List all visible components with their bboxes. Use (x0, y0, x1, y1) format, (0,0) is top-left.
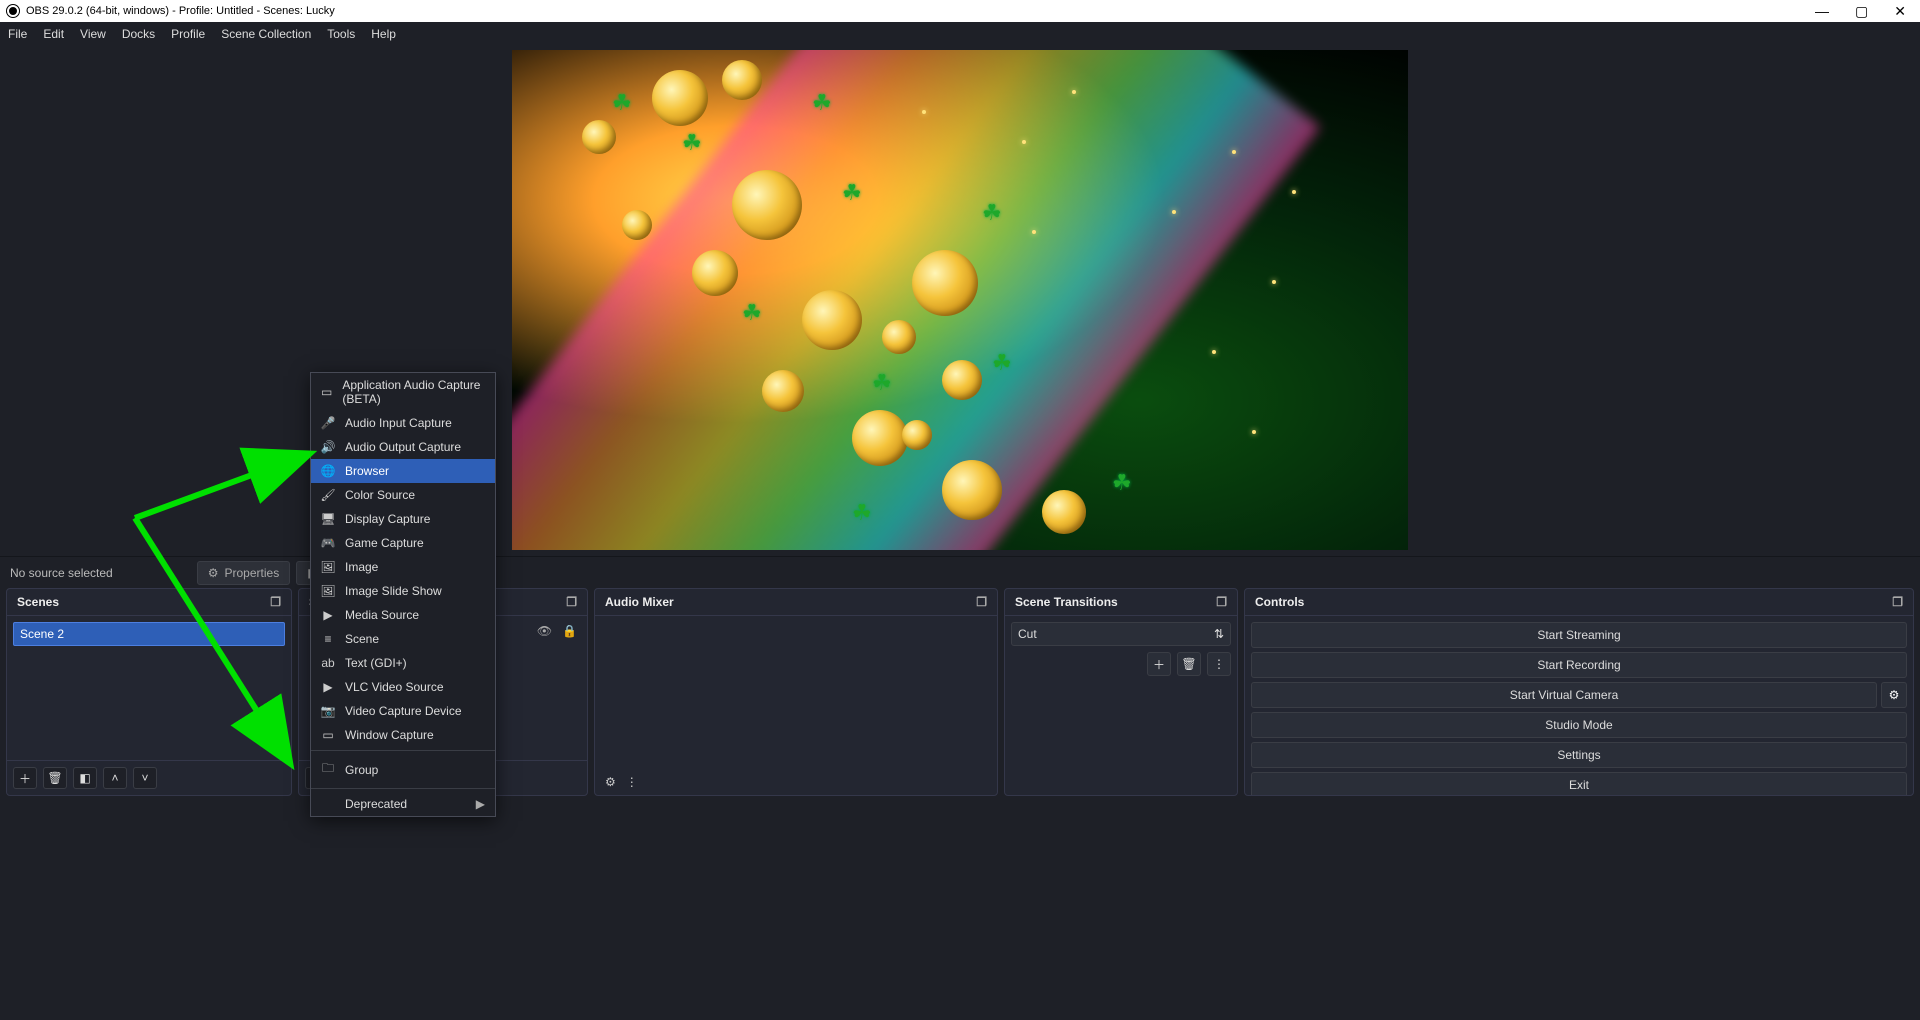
transitions-dock: Scene Transitions ❐ Cut ⇅ ＋ 🗑 ⋮ (1004, 588, 1238, 796)
mixer-popout-icon[interactable]: ❐ (976, 595, 987, 609)
menu-view[interactable]: View (80, 27, 106, 41)
exit-button[interactable]: Exit (1251, 772, 1907, 796)
menu-item-window-capture[interactable]: ▭Window Capture (311, 723, 495, 747)
transition-select[interactable]: Cut ⇅ (1011, 622, 1231, 646)
app-audio-icon: ▭ (321, 385, 332, 399)
gear-icon: ⚙ (1889, 688, 1900, 702)
menu-item-audio-output-capture[interactable]: 🔊Audio Output Capture (311, 435, 495, 459)
menu-item-browser[interactable]: 🌐Browser (311, 459, 495, 483)
visibility-icon[interactable]: 👁 (537, 624, 552, 638)
window-controls: — ▢ ✕ (1815, 3, 1914, 20)
mixer-title: Audio Mixer (605, 595, 674, 609)
menu-item-audio-input-capture[interactable]: 🎤Audio Input Capture (311, 411, 495, 435)
menu-item-image[interactable]: 🖼Image (311, 555, 495, 579)
menu-item-game-capture[interactable]: 🎮Game Capture (311, 531, 495, 555)
menu-scene-collection[interactable]: Scene Collection (221, 27, 311, 41)
controls-dock: Controls ❐ Start Streaming Start Recordi… (1244, 588, 1914, 796)
brush-icon: 🖌 (321, 488, 335, 502)
menu-item-group[interactable]: 🗀Group (311, 754, 495, 785)
menu-item-scene[interactable]: ≡Scene (311, 627, 495, 651)
menu-tools[interactable]: Tools (327, 27, 355, 41)
play-icon: ▶ (321, 608, 335, 622)
window-close-button[interactable]: ✕ (1894, 3, 1906, 20)
transition-remove-button[interactable]: 🗑 (1177, 652, 1201, 676)
mic-icon: 🎤 (321, 416, 335, 430)
chevron-updown-icon: ⇅ (1214, 627, 1224, 641)
preview-area: ☘ ☘ ☘ ☘ ☘ ☘ ☘ ☘ ☘ ☘ (0, 46, 1920, 556)
menu-profile[interactable]: Profile (171, 27, 205, 41)
scenes-popout-icon[interactable]: ❐ (270, 595, 281, 609)
start-virtual-camera-button[interactable]: Start Virtual Camera (1251, 682, 1877, 708)
mixer-menu-icon[interactable]: ⋮ (626, 775, 638, 789)
menu-file[interactable]: File (8, 27, 27, 41)
slideshow-icon: 🖼 (321, 584, 335, 598)
settings-button[interactable]: Settings (1251, 742, 1907, 768)
transitions-title: Scene Transitions (1015, 595, 1118, 609)
preview-canvas[interactable]: ☘ ☘ ☘ ☘ ☘ ☘ ☘ ☘ ☘ ☘ (512, 50, 1408, 550)
mixer-settings-icon[interactable]: ⚙ (605, 775, 616, 789)
text-icon: ab (321, 656, 335, 670)
controls-title: Controls (1255, 595, 1304, 609)
virtual-camera-settings-button[interactable]: ⚙ (1881, 682, 1907, 708)
sources-popout-icon[interactable]: ❐ (566, 595, 577, 609)
audio-mixer-dock: Audio Mixer ❐ ⚙ ⋮ (594, 588, 998, 796)
properties-button[interactable]: ⚙ Properties (197, 561, 290, 585)
window-maximize-button[interactable]: ▢ (1855, 3, 1868, 20)
scene-move-down-button[interactable]: ˅ (133, 767, 157, 789)
scene-item[interactable]: Scene 2 (13, 622, 285, 646)
menu-help[interactable]: Help (371, 27, 396, 41)
window-title: OBS 29.0.2 (64-bit, windows) - Profile: … (26, 5, 335, 17)
no-source-selected-label: No source selected (8, 566, 113, 580)
start-recording-button[interactable]: Start Recording (1251, 652, 1907, 678)
menu-item-color-source[interactable]: 🖌Color Source (311, 483, 495, 507)
transitions-popout-icon[interactable]: ❐ (1216, 595, 1227, 609)
window-icon: ▭ (321, 728, 335, 742)
speaker-icon: 🔊 (321, 440, 335, 454)
window-minimize-button[interactable]: — (1815, 3, 1829, 20)
menu-item-deprecated[interactable]: Deprecated▶ (311, 792, 495, 816)
docks-row: Scenes ❐ Scene 2 ＋ 🗑 ◧ ˄ ˅ Sources ❐ 👁 🔒… (0, 588, 1920, 796)
scene-remove-button[interactable]: 🗑 (43, 767, 67, 789)
scenes-title: Scenes (17, 595, 59, 609)
gear-icon: ⚙ (208, 566, 219, 580)
transition-menu-button[interactable]: ⋮ (1207, 652, 1231, 676)
scene-add-button[interactable]: ＋ (13, 767, 37, 789)
menu-item-video-capture-device[interactable]: 📷Video Capture Device (311, 699, 495, 723)
display-icon: 🖥 (321, 512, 335, 526)
folder-icon: 🗀 (321, 759, 335, 780)
scene-move-up-button[interactable]: ˄ (103, 767, 127, 789)
globe-icon: 🌐 (321, 464, 335, 478)
menu-item-media-source[interactable]: ▶Media Source (311, 603, 495, 627)
menu-item-application-audio-capture[interactable]: ▭Application Audio Capture (BETA) (311, 373, 495, 411)
menu-docks[interactable]: Docks (122, 27, 155, 41)
lock-icon[interactable]: 🔒 (562, 624, 577, 638)
start-streaming-button[interactable]: Start Streaming (1251, 622, 1907, 648)
scenes-toolbar: ＋ 🗑 ◧ ˄ ˅ (7, 760, 291, 795)
source-info-bar: No source selected ⚙ Properties ◧ Filter… (0, 556, 1920, 588)
image-icon: 🖼 (321, 560, 335, 574)
scenes-dock: Scenes ❐ Scene 2 ＋ 🗑 ◧ ˄ ˅ (6, 588, 292, 796)
titlebar: OBS 29.0.2 (64-bit, windows) - Profile: … (0, 0, 1920, 22)
app-icon (6, 4, 20, 18)
studio-mode-button[interactable]: Studio Mode (1251, 712, 1907, 738)
menu-edit[interactable]: Edit (43, 27, 64, 41)
add-source-context-menu: ▭Application Audio Capture (BETA) 🎤Audio… (310, 372, 496, 817)
menu-item-display-capture[interactable]: 🖥Display Capture (311, 507, 495, 531)
camera-icon: 📷 (321, 704, 335, 718)
list-icon: ≡ (321, 632, 335, 646)
vlc-icon: ▶ (321, 680, 335, 694)
chevron-right-icon: ▶ (476, 797, 485, 811)
gamepad-icon: 🎮 (321, 536, 335, 550)
transition-add-button[interactable]: ＋ (1147, 652, 1171, 676)
menu-item-vlc-video-source[interactable]: ▶VLC Video Source (311, 675, 495, 699)
scene-filter-button[interactable]: ◧ (73, 767, 97, 789)
menu-item-text-gdi[interactable]: abText (GDI+) (311, 651, 495, 675)
menu-item-image-slide-show[interactable]: 🖼Image Slide Show (311, 579, 495, 603)
controls-popout-icon[interactable]: ❐ (1892, 595, 1903, 609)
menubar: File Edit View Docks Profile Scene Colle… (0, 22, 1920, 46)
